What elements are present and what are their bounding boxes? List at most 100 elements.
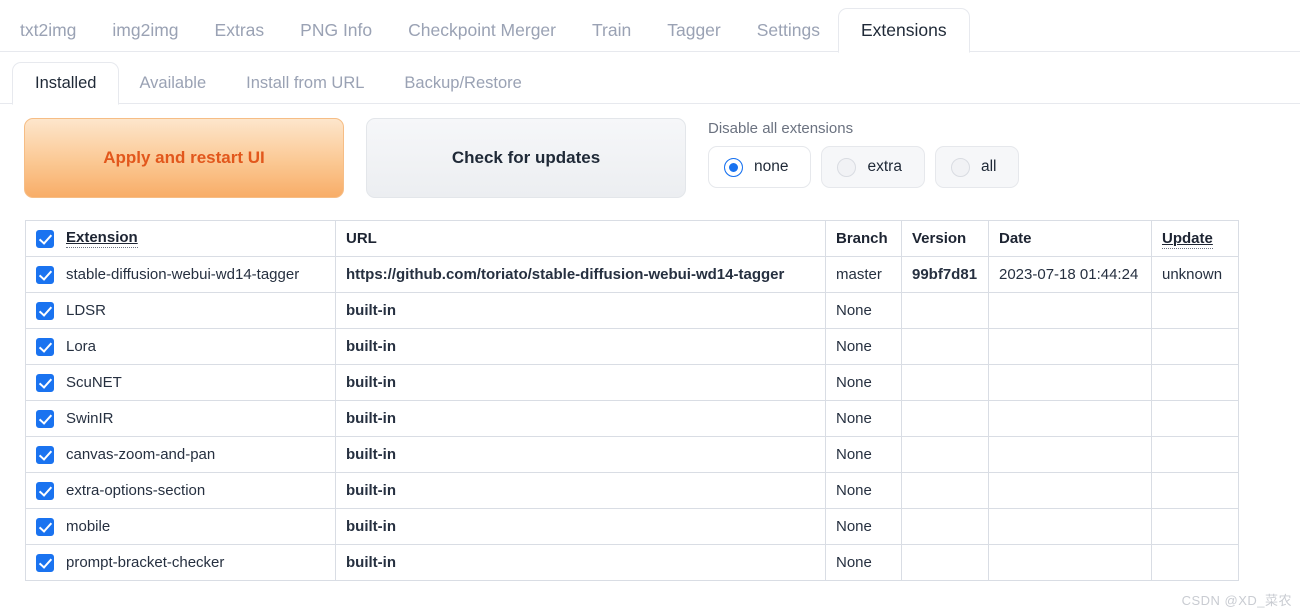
cell-url[interactable]: built-in <box>335 292 826 329</box>
table-body: stable-diffusion-webui-wd14-tagger https:… <box>25 256 1239 581</box>
cell-date: 2023-07-18 01:44:24 <box>988 256 1152 293</box>
table-header-row: Extension URL Branch Version Date Update <box>25 220 1239 257</box>
tab-settings[interactable]: Settings <box>739 21 838 53</box>
cell-update <box>1151 292 1239 329</box>
radio-none-label: none <box>754 158 789 175</box>
tab-checkpoint-merger[interactable]: Checkpoint Merger <box>390 21 574 53</box>
cell-update <box>1151 364 1239 401</box>
cell-url[interactable]: built-in <box>335 364 826 401</box>
cell-extension: LDSR <box>25 292 336 329</box>
radio-all[interactable]: all <box>934 146 1020 188</box>
cell-branch: None <box>825 544 902 581</box>
row-checkbox[interactable] <box>36 409 54 428</box>
row-checkbox[interactable] <box>36 445 54 464</box>
cell-url[interactable]: built-in <box>335 328 826 365</box>
radio-none[interactable]: none <box>708 146 812 188</box>
cell-extension: prompt-bracket-checker <box>25 544 336 581</box>
table-row: extra-options-section built-in None <box>25 472 1239 509</box>
header-update-label: Update <box>1162 230 1213 249</box>
table-row: ScuNET built-in None <box>25 364 1239 401</box>
watermark: CSDN @XD_菜农 <box>1181 593 1292 608</box>
row-checkbox[interactable] <box>36 373 54 392</box>
cell-date <box>988 436 1152 473</box>
header-extension-label: Extension <box>66 229 138 248</box>
cell-branch: None <box>825 508 902 545</box>
tab-img2img[interactable]: img2img <box>94 21 196 53</box>
cell-extension: ScuNET <box>25 364 336 401</box>
tab-extensions[interactable]: Extensions <box>837 7 970 53</box>
cell-url[interactable]: https://github.com/toriato/stable-diffus… <box>335 256 826 293</box>
table-head: Extension URL Branch Version Date Update <box>25 220 1239 257</box>
table-row: mobile built-in None <box>25 508 1239 545</box>
radio-all-label: all <box>980 158 997 175</box>
table-row: Lora built-in None <box>25 328 1239 365</box>
subtab-install-from-url[interactable]: Install from URL <box>226 74 384 105</box>
cell-branch: None <box>825 328 902 365</box>
extension-name: ScuNET <box>66 374 122 391</box>
cell-url[interactable]: built-in <box>335 508 826 545</box>
apply-and-restart-ui-button[interactable]: Apply and restart UI <box>24 118 344 198</box>
cell-extension: mobile <box>25 508 336 545</box>
cell-update <box>1151 328 1239 365</box>
cell-url[interactable]: built-in <box>335 544 826 581</box>
extension-name: LDSR <box>66 302 107 319</box>
subtab-available[interactable]: Available <box>119 74 226 105</box>
radio-extra[interactable]: extra <box>821 146 925 188</box>
check-for-updates-button[interactable]: Check for updates <box>366 118 686 198</box>
header-url: URL <box>335 220 826 257</box>
table-row: SwinIR built-in None <box>25 400 1239 437</box>
cell-version <box>901 508 989 545</box>
extension-name: mobile <box>66 518 111 535</box>
radio-dot-icon <box>950 157 970 177</box>
extensions-sub-tab-bar: Installed Available Install from URL Bac… <box>0 52 1300 105</box>
tab-train[interactable]: Train <box>574 21 649 53</box>
extension-name: SwinIR <box>66 410 114 427</box>
row-checkbox[interactable] <box>36 517 54 536</box>
tab-txt2img[interactable]: txt2img <box>2 21 94 53</box>
table-row: stable-diffusion-webui-wd14-tagger https:… <box>25 256 1239 293</box>
cell-url[interactable]: built-in <box>335 436 826 473</box>
subtab-backup-restore[interactable]: Backup/Restore <box>384 74 541 105</box>
cell-version <box>901 544 989 581</box>
cell-version <box>901 364 989 401</box>
row-checkbox[interactable] <box>36 301 54 320</box>
extension-name: prompt-bracket-checker <box>66 554 225 571</box>
cell-branch: None <box>825 472 902 509</box>
cell-date <box>988 544 1152 581</box>
header-extension: Extension <box>25 220 336 257</box>
header-update: Update <box>1151 220 1239 257</box>
cell-extension: extra-options-section <box>25 472 336 509</box>
row-checkbox[interactable] <box>36 337 54 356</box>
disable-all-extensions-label: Disable all extensions <box>708 120 854 137</box>
tab-extras[interactable]: Extras <box>197 21 283 53</box>
cell-date <box>988 328 1152 365</box>
select-all-checkbox[interactable] <box>36 229 54 248</box>
row-checkbox[interactable] <box>36 265 54 284</box>
controls-row: Apply and restart UI Check for updates D… <box>0 104 1300 198</box>
cell-branch: None <box>825 436 902 473</box>
table-row: LDSR built-in None <box>25 292 1239 329</box>
cell-version <box>901 472 989 509</box>
cell-update: unknown <box>1151 256 1239 293</box>
table-row: canvas-zoom-and-pan built-in None <box>25 436 1239 473</box>
cell-update <box>1151 400 1239 437</box>
tab-tagger[interactable]: Tagger <box>649 21 739 53</box>
row-checkbox[interactable] <box>36 553 54 572</box>
cell-branch: None <box>825 400 902 437</box>
cell-url[interactable]: built-in <box>335 472 826 509</box>
subtab-installed[interactable]: Installed <box>12 61 120 105</box>
cell-version: 99bf7d81 <box>901 256 989 293</box>
extensions-table: Extension URL Branch Version Date Update… <box>25 220 1239 581</box>
row-checkbox[interactable] <box>36 481 54 500</box>
cell-date <box>988 400 1152 437</box>
cell-date <box>988 472 1152 509</box>
cell-url[interactable]: built-in <box>335 400 826 437</box>
header-version: Version <box>901 220 989 257</box>
cell-version <box>901 292 989 329</box>
cell-branch: master <box>825 256 902 293</box>
cell-extension: stable-diffusion-webui-wd14-tagger <box>25 256 336 293</box>
tab-png-info[interactable]: PNG Info <box>282 21 390 53</box>
header-date: Date <box>988 220 1152 257</box>
extension-name: Lora <box>66 338 97 355</box>
table-row: prompt-bracket-checker built-in None <box>25 544 1239 581</box>
